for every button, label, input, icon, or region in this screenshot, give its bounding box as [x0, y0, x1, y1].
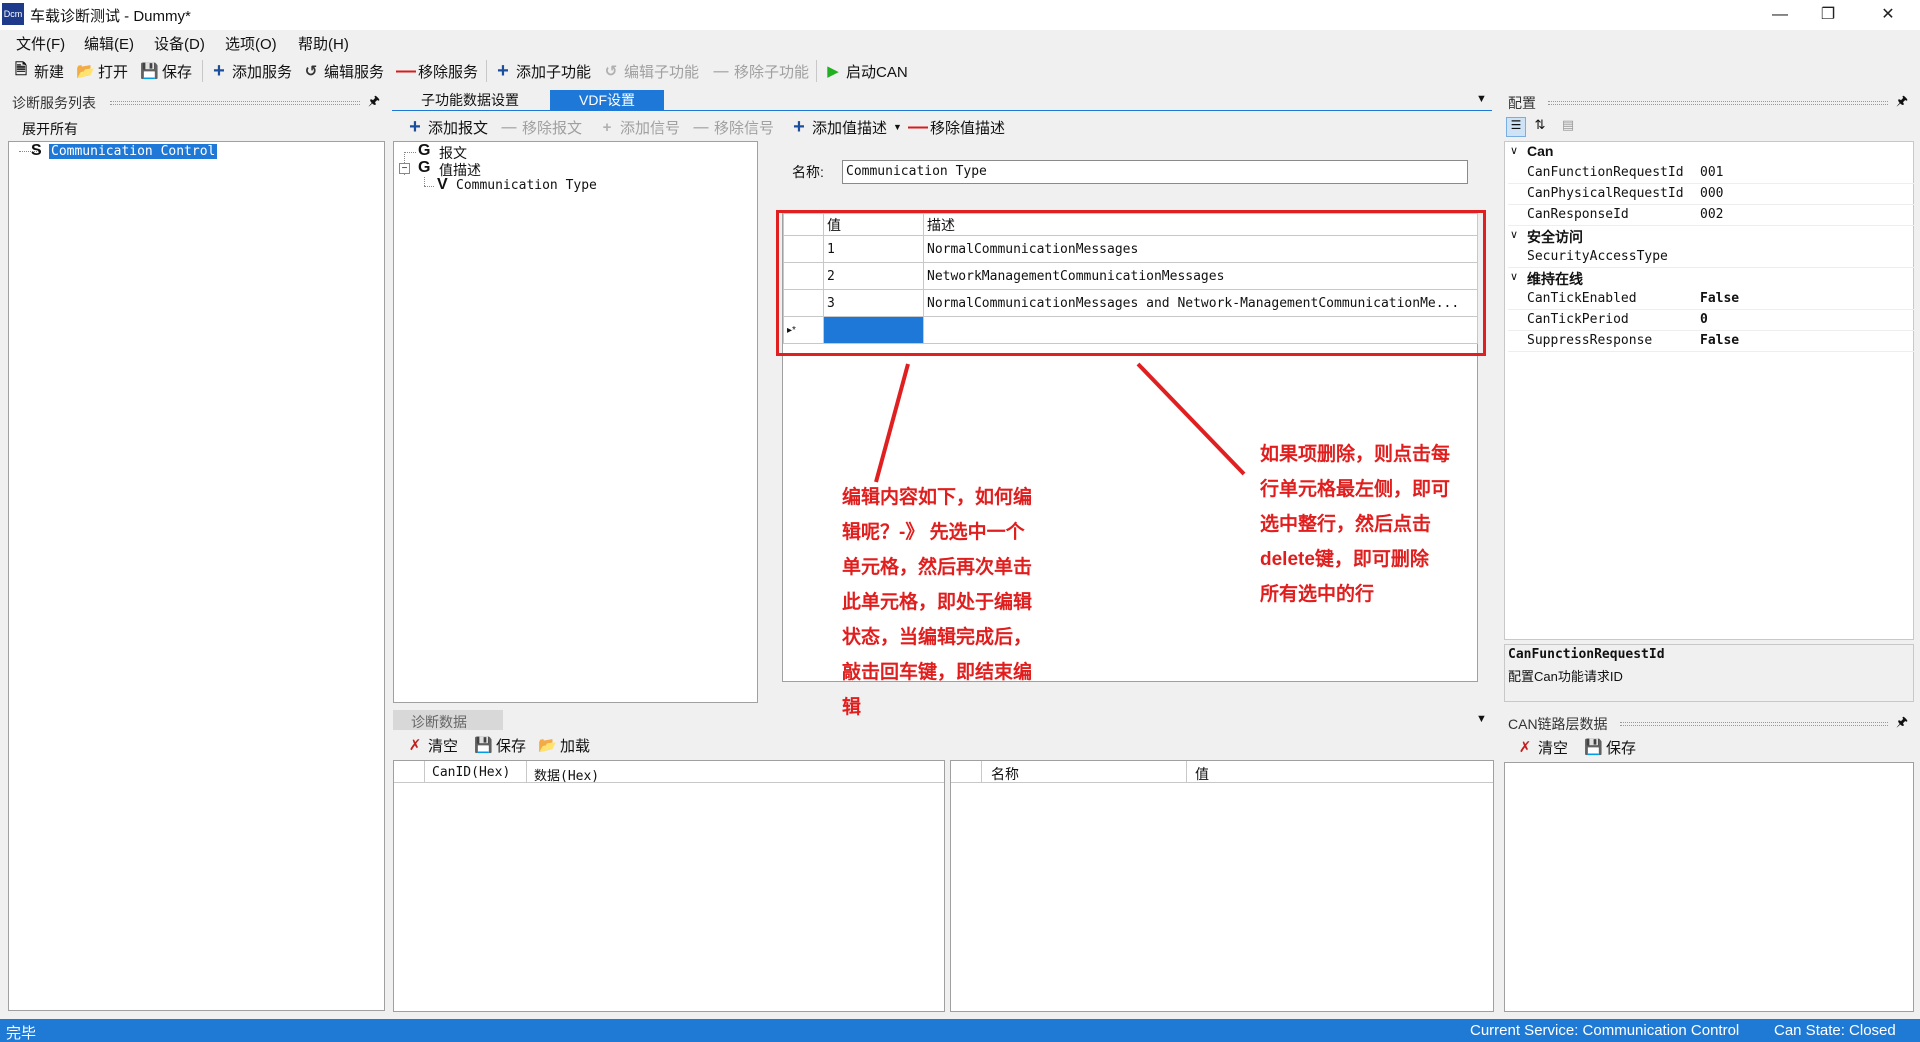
column-divider [1186, 761, 1187, 783]
column-header-data[interactable]: 数据(Hex) [534, 765, 599, 784]
annotation-delete-instructions: 如果项删除，则点击每 行单元格最左侧，即可 选中整行，然后点击 delete键，… [1260, 437, 1500, 612]
annotation-line: 状态，当编辑完成后， [842, 627, 1033, 648]
categorized-view-icon[interactable]: ☰ [1506, 117, 1526, 137]
can-save-button[interactable]: 💾 保存 [1584, 736, 1636, 758]
clear-x-icon: ✗ [1518, 739, 1532, 756]
property-row[interactable]: CanResponseId 002 [1508, 205, 1914, 226]
property-desc-text: 配置Can功能请求ID [1508, 669, 1623, 684]
can-state-status: Can State: Closed [1774, 1022, 1896, 1039]
save-icon: 💾 [474, 737, 493, 754]
property-row[interactable]: CanFunctionRequestId 001 [1508, 163, 1914, 184]
annotation-line: 编辑内容如下，如何编 [842, 487, 1033, 508]
chevron-down-icon[interactable]: ∨ [1510, 144, 1518, 157]
diag-save-button[interactable]: 💾 保存 [474, 734, 526, 756]
table-header [951, 761, 1493, 783]
panel-grip [1620, 722, 1888, 726]
can-data-list[interactable] [1504, 762, 1914, 1012]
diag-load-button[interactable]: 📂 加载 [538, 734, 590, 756]
clear-x-icon: ✗ [408, 737, 422, 754]
property-row[interactable]: CanTickPeriod 0 [1508, 310, 1914, 331]
annotation-line: 此单元格，即处于编辑 [842, 592, 1033, 613]
property-row[interactable]: SuppressResponse False [1508, 331, 1914, 352]
chevron-down-icon[interactable]: ∨ [1510, 228, 1518, 241]
folder-open-icon: 📂 [538, 737, 557, 754]
annotation-line: 如果项删除，则点击每 [1260, 444, 1451, 465]
sort-alpha-icon[interactable]: ⇅ [1530, 117, 1550, 137]
pin-icon[interactable]: 🖈 [1896, 92, 1908, 114]
annotation-line: delete键，即可删除 [1260, 549, 1429, 570]
config-panel-title: 配置 [1508, 95, 1536, 111]
can-panel-title: CAN链路层数据 [1508, 716, 1608, 732]
column-divider [981, 761, 982, 783]
property-pages-icon[interactable]: ▤ [1558, 117, 1578, 137]
save-icon: 💾 [1584, 739, 1603, 756]
panel-grip [1548, 101, 1888, 105]
column-header-name[interactable]: 名称 [991, 764, 1019, 784]
property-row[interactable]: CanPhysicalRequestId 000 [1508, 184, 1914, 205]
property-category[interactable]: ∨ 安全访问 [1508, 226, 1914, 247]
chevron-down-icon[interactable]: ∨ [1510, 270, 1518, 283]
column-divider [424, 761, 425, 783]
column-divider [526, 761, 527, 783]
can-clear-button[interactable]: ✗ 清空 [1516, 736, 1568, 758]
property-desc-title: CanFunctionRequestId [1508, 647, 1665, 662]
status-bar: 完毕 Current Service: Communication Contro… [0, 1019, 1920, 1042]
diag-signal-table[interactable]: 名称 值 [950, 760, 1494, 1012]
annotation-line: 单元格，然后再次单击 [842, 557, 1033, 578]
annotation-line: 选中整行，然后点击 [1260, 514, 1432, 535]
property-description: CanFunctionRequestId 配置Can功能请求ID [1504, 644, 1914, 702]
diag-data-tab[interactable]: 诊断数据 [393, 710, 503, 730]
chevron-down-icon[interactable]: ▼ [1476, 713, 1487, 725]
status-text: 完毕 [6, 1025, 37, 1042]
column-header-value[interactable]: 值 [1195, 764, 1209, 784]
property-row[interactable]: SecurityAccessType [1508, 247, 1914, 268]
annotation-line: 辑 [842, 697, 862, 718]
diag-clear-button[interactable]: ✗ 清空 [406, 734, 458, 756]
pin-icon[interactable]: 🖈 [1896, 713, 1908, 735]
annotation-line: 敲击回车键，即结束编 [842, 662, 1033, 683]
annotation-edit-instructions: 编辑内容如下，如何编 辑呢？-》 先选中一个 单元格，然后再次单击 此单元格，即… [842, 480, 1082, 725]
annotation-arrow-right [1136, 362, 1246, 476]
annotation-arrow-left [874, 363, 910, 483]
property-category[interactable]: ∨ Can [1508, 142, 1914, 163]
annotation-line: 所有选中的行 [1260, 584, 1375, 605]
annotation-line: 辑呢？-》 先选中一个 [842, 522, 1025, 543]
current-service-status: Current Service: Communication Control [1470, 1022, 1740, 1039]
property-row[interactable]: CanTickEnabled False [1508, 289, 1914, 310]
column-header-canid[interactable]: CanID(Hex) [432, 765, 510, 780]
property-category[interactable]: ∨ 维持在线 [1508, 268, 1914, 289]
diag-can-table[interactable]: CanID(Hex) 数据(Hex) [393, 760, 945, 1012]
annotation-line: 行单元格最左侧，即可 [1260, 479, 1451, 500]
